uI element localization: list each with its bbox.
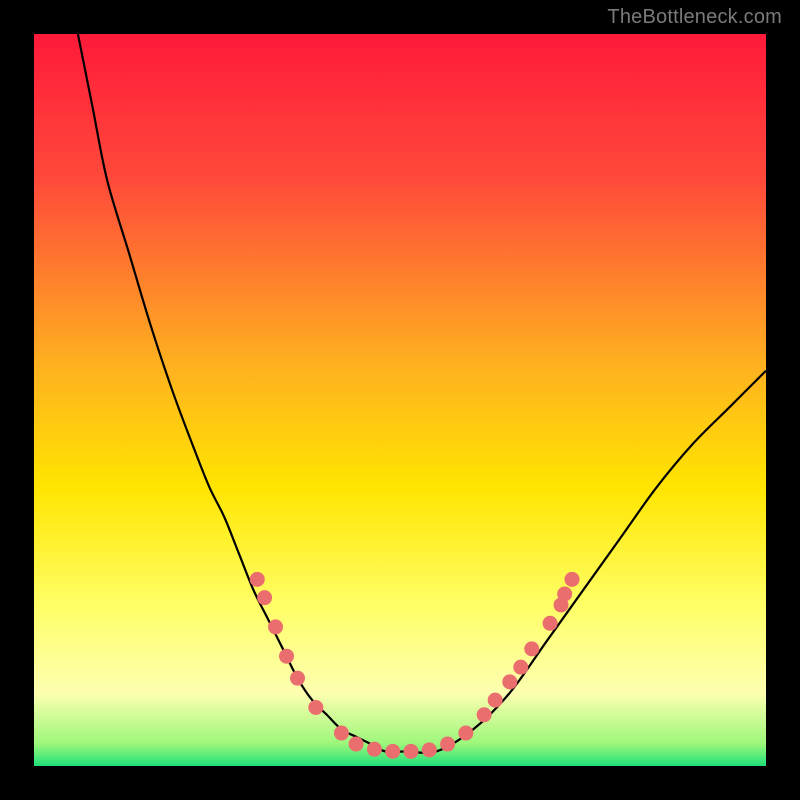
data-marker — [403, 744, 418, 759]
data-marker — [458, 726, 473, 741]
data-marker — [268, 619, 283, 634]
data-marker — [557, 586, 572, 601]
data-marker — [308, 700, 323, 715]
data-marker — [524, 641, 539, 656]
data-marker — [257, 590, 272, 605]
data-marker — [513, 660, 528, 675]
data-marker — [502, 674, 517, 689]
data-marker — [385, 744, 400, 759]
data-marker — [422, 742, 437, 757]
data-marker — [367, 742, 382, 757]
chart-frame: TheBottleneck.com — [0, 0, 800, 800]
data-marker — [250, 572, 265, 587]
data-marker — [279, 649, 294, 664]
data-marker — [488, 693, 503, 708]
data-marker — [349, 737, 364, 752]
plot-area — [34, 34, 766, 766]
chart-background — [34, 34, 766, 766]
data-marker — [543, 616, 558, 631]
data-marker — [440, 737, 455, 752]
data-marker — [477, 707, 492, 722]
watermark-text: TheBottleneck.com — [607, 6, 782, 29]
data-marker — [334, 726, 349, 741]
data-marker — [290, 671, 305, 686]
chart-svg — [34, 34, 766, 766]
data-marker — [565, 572, 580, 587]
